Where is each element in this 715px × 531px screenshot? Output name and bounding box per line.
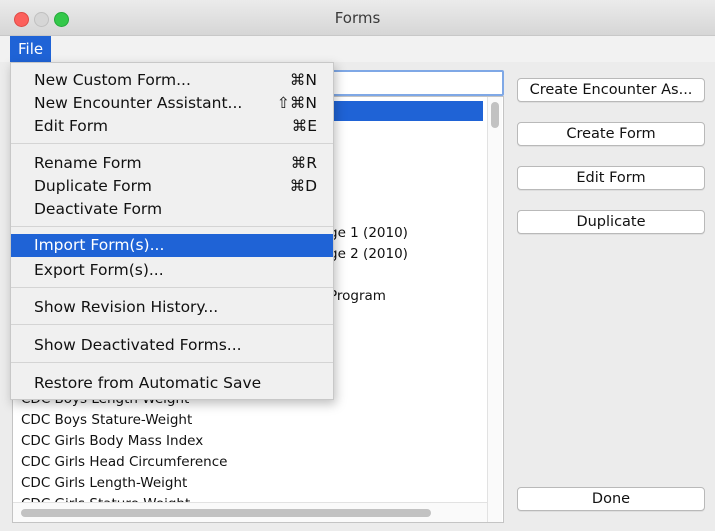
shortcut-label: ⇧⌘N xyxy=(276,94,317,112)
window-title: Forms xyxy=(334,9,381,27)
menu-item-edit-form[interactable]: Edit Form ⌘E xyxy=(11,115,333,138)
edit-form-button[interactable]: Edit Form xyxy=(517,166,705,190)
menu-item-import-forms[interactable]: Import Form(s)... xyxy=(11,234,333,257)
menu-item-rename-form[interactable]: Rename Form ⌘R xyxy=(11,152,333,175)
file-menu[interactable]: File xyxy=(10,36,52,62)
horizontal-scroll-thumb[interactable] xyxy=(21,509,431,517)
vertical-scroll-thumb[interactable] xyxy=(491,102,499,128)
menu-item-restore-automatic-save[interactable]: Restore from Automatic Save xyxy=(11,372,333,395)
menu-separator xyxy=(11,287,333,288)
menu-item-deactivate-form[interactable]: Deactivate Form xyxy=(11,198,333,221)
menu-bar xyxy=(0,36,715,62)
vertical-scrollbar[interactable] xyxy=(487,97,502,522)
list-item[interactable]: ge 1 (2010) xyxy=(329,225,408,241)
horizontal-scrollbar[interactable] xyxy=(13,502,487,522)
list-item[interactable]: CDC Girls Body Mass Index xyxy=(21,433,203,449)
list-item[interactable]: CDC Girls Length-Weight xyxy=(21,475,187,491)
list-item[interactable]: ge 2 (2010) xyxy=(329,246,408,262)
menu-item-export-forms[interactable]: Export Form(s)... xyxy=(11,259,333,282)
shortcut-label: ⌘D xyxy=(289,177,317,195)
create-encounter-button[interactable]: Create Encounter As... xyxy=(517,78,705,102)
file-dropdown-menu: New Custom Form... ⌘N New Encounter Assi… xyxy=(10,62,334,400)
menu-item-new-custom-form[interactable]: New Custom Form... ⌘N xyxy=(11,69,333,92)
menu-separator xyxy=(11,362,333,363)
menu-item-show-deactivated-forms[interactable]: Show Deactivated Forms... xyxy=(11,334,333,357)
duplicate-button[interactable]: Duplicate xyxy=(517,210,705,234)
menu-item-new-encounter-assistant[interactable]: New Encounter Assistant... ⇧⌘N xyxy=(11,92,333,115)
create-form-button[interactable]: Create Form xyxy=(517,122,705,146)
shortcut-label: ⌘R xyxy=(290,154,317,172)
menu-item-show-revision-history[interactable]: Show Revision History... xyxy=(11,296,333,319)
menu-separator xyxy=(11,143,333,144)
shortcut-label: ⌘N xyxy=(289,71,317,89)
list-item[interactable]: CDC Boys Stature-Weight xyxy=(21,412,192,428)
menu-item-duplicate-form[interactable]: Duplicate Form ⌘D xyxy=(11,175,333,198)
list-item[interactable]: Program xyxy=(329,288,386,304)
menu-separator xyxy=(11,226,333,227)
title-bar: Forms xyxy=(0,0,715,36)
done-button[interactable]: Done xyxy=(517,487,705,511)
list-item[interactable]: CDC Girls Head Circumference xyxy=(21,454,227,470)
menu-separator xyxy=(11,324,333,325)
shortcut-label: ⌘E xyxy=(291,117,317,135)
